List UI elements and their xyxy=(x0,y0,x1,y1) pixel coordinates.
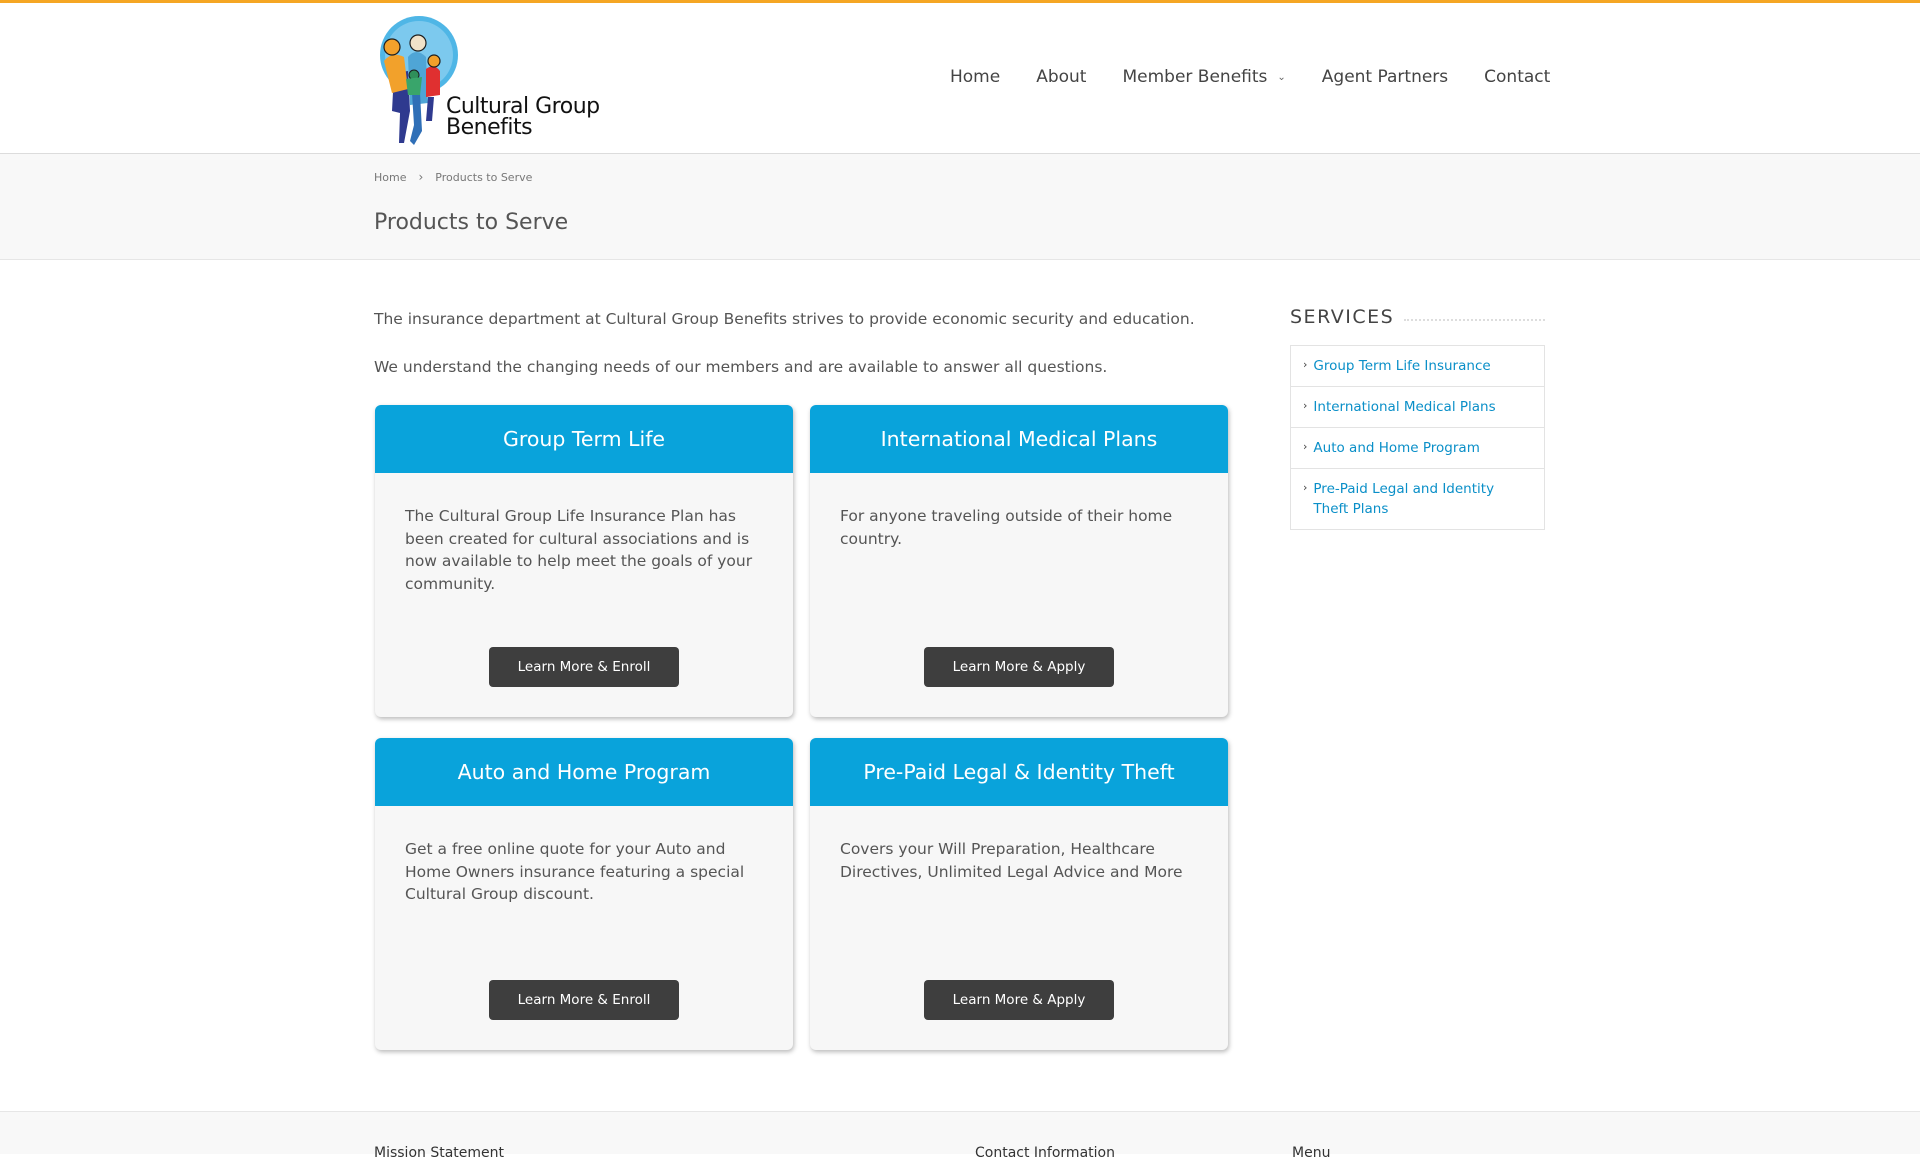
nav-agent-partners[interactable]: Agent Partners xyxy=(1322,67,1448,87)
page-title-bar: Home › Products to Serve Products to Ser… xyxy=(0,154,1920,260)
nav-member-benefits[interactable]: Member Benefits ⌄ xyxy=(1122,67,1285,87)
footer-mission-heading: Mission Statement xyxy=(374,1145,505,1161)
card-title: Auto and Home Program xyxy=(375,738,793,806)
product-card-prepaid-legal: Pre-Paid Legal & Identity Theft Covers y… xyxy=(810,738,1228,1050)
breadcrumb-home[interactable]: Home xyxy=(374,171,406,184)
logo-text-line2: Benefits xyxy=(446,115,533,140)
card-title: Group Term Life xyxy=(375,405,793,473)
card-title: International Medical Plans xyxy=(810,405,1228,473)
intro-paragraph-2: We understand the changing needs of our … xyxy=(374,358,1108,376)
chevron-right-icon: › xyxy=(1303,481,1308,494)
chevron-right-icon: › xyxy=(1303,399,1308,412)
product-card-group-term-life: Group Term Life The Cultural Group Life … xyxy=(375,405,793,717)
page-title: Products to Serve xyxy=(374,210,569,235)
learn-more-enroll-button[interactable]: Learn More & Enroll xyxy=(489,647,679,687)
sidebar-item-label: Pre-Paid Legal and Identity Theft Plans xyxy=(1313,481,1495,517)
footer-menu-heading: Menu xyxy=(1292,1145,1331,1161)
product-card-international-medical: International Medical Plans For anyone t… xyxy=(810,405,1228,717)
learn-more-apply-button[interactable]: Learn More & Apply xyxy=(924,647,1114,687)
main-nav: Home About Member Benefits ⌄ Agent Partne… xyxy=(950,67,1550,87)
nav-agent-partners-label: Agent Partners xyxy=(1321,67,1449,87)
logo-text-line1: Cultural Group xyxy=(446,94,600,119)
nav-member-benefits-label: Member Benefits xyxy=(1122,67,1268,87)
breadcrumb: Home › Products to Serve xyxy=(374,170,532,184)
nav-about[interactable]: About xyxy=(1036,67,1086,87)
nav-contact-label: Contact xyxy=(1484,67,1551,87)
nav-contact[interactable]: Contact xyxy=(1484,67,1550,87)
learn-more-enroll-button[interactable]: Learn More & Enroll xyxy=(489,980,679,1020)
sidebar-item-auto-home[interactable]: › Auto and Home Program xyxy=(1291,428,1544,469)
sidebar-item-prepaid-legal[interactable]: › Pre-Paid Legal and Identity Theft Plans xyxy=(1291,469,1544,529)
sidebar-item-label: Auto and Home Program xyxy=(1313,440,1480,456)
card-description: Covers your Will Preparation, Healthcare… xyxy=(840,840,1183,881)
sidebar-title-text: SERVICES xyxy=(1290,306,1395,328)
site-footer: Mission Statement Contact Information Me… xyxy=(0,1111,1920,1161)
chevron-right-icon: › xyxy=(1303,440,1308,453)
chevron-right-icon: › xyxy=(1303,358,1308,371)
breadcrumb-current: Products to Serve xyxy=(435,170,533,184)
breadcrumb-separator-icon: › xyxy=(418,170,424,184)
card-description: The Cultural Group Life Insurance Plan h… xyxy=(405,507,753,593)
card-description: Get a free online quote for your Auto an… xyxy=(405,840,745,903)
sidebar-item-international-medical[interactable]: › International Medical Plans xyxy=(1291,387,1544,428)
intro-paragraph-1: The insurance department at Cultural Gro… xyxy=(374,310,1195,328)
logo-text: Cultural Group Benefits xyxy=(446,94,600,140)
nav-home-label: Home xyxy=(950,67,1001,87)
sidebar-item-label: International Medical Plans xyxy=(1313,399,1496,415)
nav-about-label: About xyxy=(1036,67,1087,87)
sidebar-item-label: Group Term Life Insurance xyxy=(1313,358,1491,374)
sidebar-title: SERVICES xyxy=(1290,306,1545,328)
learn-more-apply-button[interactable]: Learn More & Apply xyxy=(924,980,1114,1020)
sidebar-title-divider xyxy=(1404,319,1545,321)
site-header: Cultural Group Benefits Home About Membe… xyxy=(0,3,1920,154)
chevron-down-icon: ⌄ xyxy=(1277,71,1286,83)
card-description: For anyone traveling outside of their ho… xyxy=(840,507,1173,548)
sidebar-item-group-term-life[interactable]: › Group Term Life Insurance xyxy=(1291,346,1544,387)
card-title: Pre-Paid Legal & Identity Theft xyxy=(810,738,1228,806)
sidebar-services-list: › Group Term Life Insurance › Internationa… xyxy=(1290,345,1545,530)
nav-home[interactable]: Home xyxy=(950,67,1000,87)
footer-contact-heading: Contact Information xyxy=(975,1145,1115,1161)
site-logo[interactable]: Cultural Group Benefits xyxy=(374,13,604,148)
product-card-auto-home: Auto and Home Program Get a free online … xyxy=(375,738,793,1050)
